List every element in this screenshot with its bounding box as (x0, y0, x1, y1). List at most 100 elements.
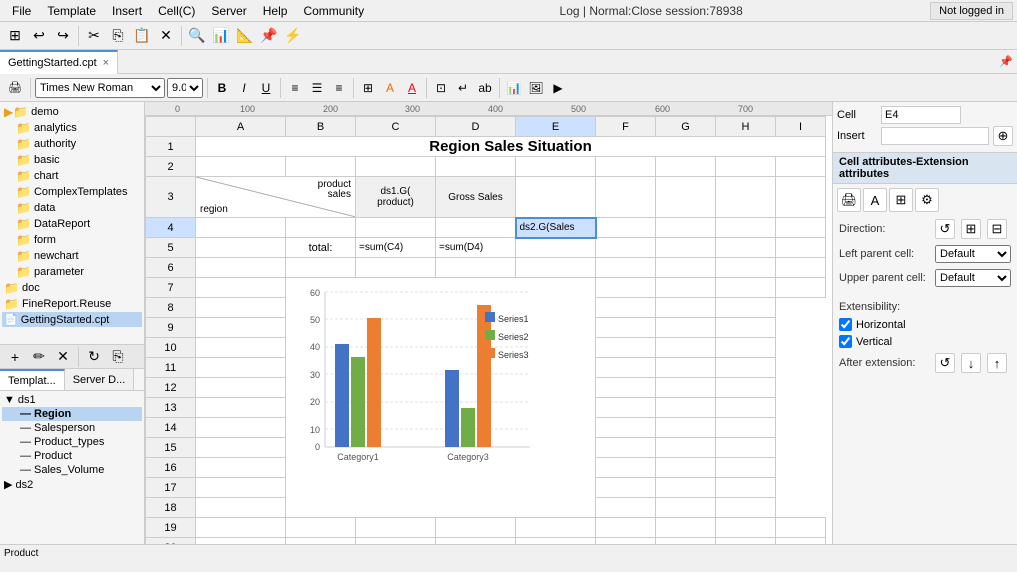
left-parent-select[interactable]: Default (935, 245, 1011, 263)
cell-F14[interactable] (196, 418, 286, 438)
underline-button[interactable]: U (256, 78, 276, 98)
cell-H19[interactable] (716, 518, 776, 538)
after-ext-btn-1[interactable]: ↺ (935, 353, 955, 373)
more-btn[interactable]: ▶ (548, 78, 568, 98)
cell-G11[interactable] (596, 358, 656, 378)
tb-btn-7[interactable]: 📐 (234, 25, 256, 47)
cell-I13[interactable] (716, 398, 776, 418)
direction-btn-2[interactable]: ⊞ (961, 219, 981, 239)
border-btn[interactable]: ⊞ (358, 78, 378, 98)
cell-E20[interactable] (516, 538, 596, 545)
fmt-tb1[interactable]: 🖨 (4, 77, 26, 99)
attr-icon-3[interactable]: ⊞ (889, 188, 913, 212)
ds-item-product[interactable]: — Product (2, 449, 142, 463)
cell-H12[interactable] (656, 378, 716, 398)
cell-B5[interactable]: total: (286, 238, 356, 258)
undo-button[interactable]: ↩ (28, 25, 50, 47)
cell-I10[interactable] (716, 338, 776, 358)
cell-G5[interactable] (656, 238, 716, 258)
cell-F11[interactable] (196, 358, 286, 378)
cell-I5[interactable] (776, 238, 826, 258)
cell-G12[interactable] (596, 378, 656, 398)
cell-F15[interactable] (196, 438, 286, 458)
cell-C6[interactable] (356, 258, 436, 278)
format-btn[interactable]: ab (475, 78, 495, 98)
col-header-H[interactable]: H (716, 117, 776, 137)
cell-I8[interactable] (716, 298, 776, 318)
cell-A4[interactable] (196, 218, 286, 238)
cell-F5[interactable] (596, 238, 656, 258)
menu-file[interactable]: File (4, 2, 39, 20)
tree-item-chart[interactable]: 📁 chart (2, 168, 142, 184)
after-ext-btn-3[interactable]: ↑ (987, 353, 1007, 373)
cell-A20[interactable] (196, 538, 286, 545)
tree-item-newchart[interactable]: 📁 newchart (2, 248, 142, 264)
cell-A1[interactable]: Region Sales Situation (196, 137, 826, 157)
cell-H15[interactable] (656, 438, 716, 458)
cell-F13[interactable] (196, 398, 286, 418)
cell-H11[interactable] (656, 358, 716, 378)
italic-button[interactable]: I (234, 78, 254, 98)
cell-F7[interactable] (596, 278, 656, 298)
cell-ref-input[interactable] (881, 106, 961, 124)
cell-G4[interactable] (656, 218, 716, 238)
cell-G6[interactable] (656, 258, 716, 278)
cell-I9[interactable] (716, 318, 776, 338)
tree-item-gettingstarted[interactable]: 📄 GettingStarted.cpt (2, 312, 142, 327)
menu-server[interactable]: Server (203, 2, 254, 20)
copy-button[interactable]: ⎘ (107, 25, 129, 47)
ds-edit-btn[interactable]: ✏ (28, 346, 50, 368)
tab-pin-button[interactable]: 📌 (995, 55, 1017, 68)
cell-H8[interactable] (656, 298, 716, 318)
ds-item-sales-volume[interactable]: — Sales_Volume (2, 463, 142, 477)
cell-D6[interactable] (436, 258, 516, 278)
ds-del-btn[interactable]: ✕ (52, 346, 74, 368)
cell-C3[interactable]: ds1.G(product) (356, 177, 436, 218)
tree-item-parameter[interactable]: 📁 parameter (2, 264, 142, 280)
cell-H10[interactable] (656, 338, 716, 358)
ds-item-region[interactable]: — Region (2, 407, 142, 421)
font-size-select[interactable]: 9.0 (167, 78, 203, 98)
cell-F10[interactable] (196, 338, 286, 358)
cell-I4[interactable] (776, 218, 826, 238)
cell-F18[interactable] (196, 498, 286, 518)
cell-B6[interactable] (286, 258, 356, 278)
cell-E19[interactable] (516, 518, 596, 538)
cell-I11[interactable] (716, 358, 776, 378)
align-center-btn[interactable]: ☰ (307, 78, 327, 98)
insert-input[interactable] (881, 127, 989, 145)
cell-D5[interactable]: =sum(D4) (436, 238, 516, 258)
col-header-E[interactable]: E (516, 117, 596, 137)
horizontal-checkbox[interactable] (839, 318, 852, 331)
cell-G9[interactable] (596, 318, 656, 338)
cell-H9[interactable] (656, 318, 716, 338)
tab-server[interactable]: Server D... (65, 369, 135, 390)
cell-H4[interactable] (716, 218, 776, 238)
tree-item-basic[interactable]: 📁 basic (2, 152, 142, 168)
tab-template[interactable]: Templat... (0, 369, 65, 390)
tb-btn-5[interactable]: 🔍 (186, 25, 208, 47)
cell-H18[interactable] (656, 498, 716, 518)
cell-G18[interactable] (596, 498, 656, 518)
new-button[interactable]: ⊞ (4, 25, 26, 47)
cell-F8[interactable] (196, 298, 286, 318)
cell-G3[interactable] (656, 177, 716, 218)
cell-I3[interactable] (776, 177, 826, 218)
direction-btn-3[interactable]: ⊟ (987, 219, 1007, 239)
cell-H7[interactable] (716, 278, 776, 298)
cell-B4[interactable] (286, 218, 356, 238)
cell-H3[interactable] (716, 177, 776, 218)
cell-G7[interactable] (656, 278, 716, 298)
cell-A7[interactable] (196, 278, 286, 298)
menu-template[interactable]: Template (39, 2, 104, 20)
cell-D2[interactable] (436, 157, 516, 177)
align-right-btn[interactable]: ≡ (329, 78, 349, 98)
cell-G13[interactable] (596, 398, 656, 418)
upper-parent-select[interactable]: Default (935, 269, 1011, 287)
cell-F16[interactable] (196, 458, 286, 478)
insert-img-btn[interactable]: 🖼 (526, 78, 546, 98)
ds-item-ds1[interactable]: ▼ ds1 (2, 393, 142, 407)
tab-getting-started[interactable]: GettingStarted.cpt × (0, 50, 118, 74)
merge-btn[interactable]: ⊡ (431, 78, 451, 98)
tb-btn-9[interactable]: ⚡ (282, 25, 304, 47)
